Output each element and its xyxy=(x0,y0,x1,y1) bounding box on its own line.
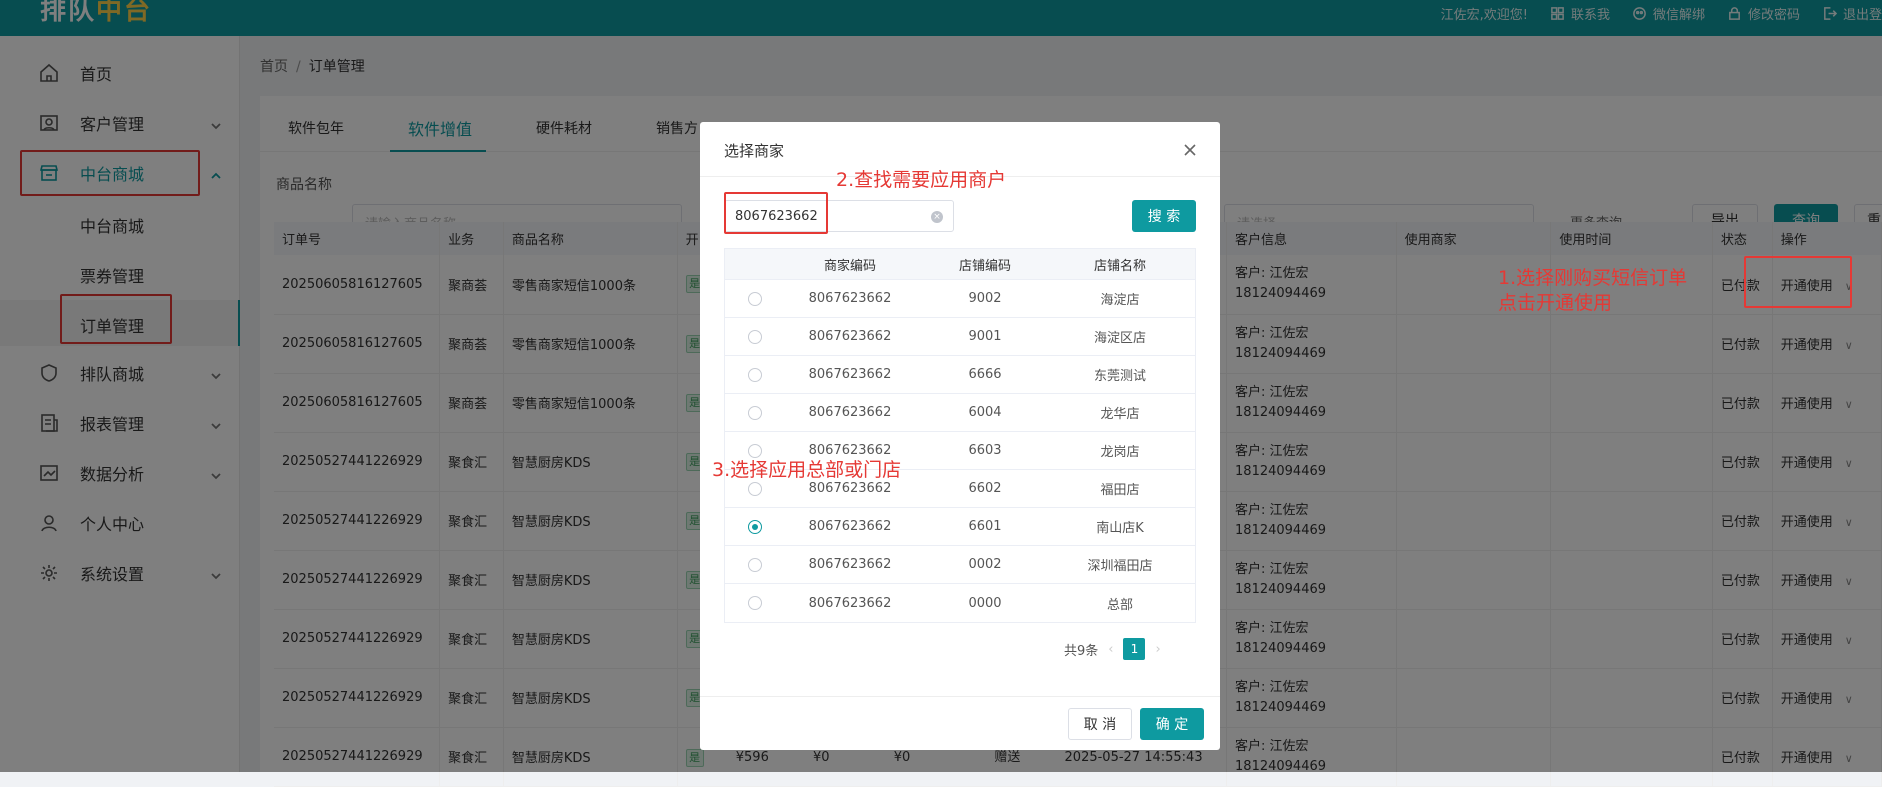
clear-icon[interactable]: × xyxy=(931,211,943,223)
store-name: 龙华店 xyxy=(1100,407,1140,422)
select-merchant-dialog: 选择商家 8067623662 × 搜 索 商家编码 店铺编码 店铺名称 8067… xyxy=(700,122,1220,750)
merchant-row[interactable]: 8067623662 9001 海淀区店 xyxy=(725,318,1195,356)
merchant-table: 商家编码 店铺编码 店铺名称 8067623662 9002 海淀店 80676236… xyxy=(724,248,1196,623)
annotation-step1-line1: 1.选择刚购买短信订单 xyxy=(1498,267,1688,289)
radio-button[interactable] xyxy=(748,367,762,382)
radio-cell[interactable] xyxy=(725,557,785,572)
store-name: 海淀店 xyxy=(1100,293,1140,308)
pagination: 共9条 ‹ 1 › xyxy=(1064,638,1161,660)
store-name: 龙岗店 xyxy=(1100,445,1140,460)
radio-button[interactable] xyxy=(748,481,762,496)
store-code: 0000 xyxy=(968,595,1002,611)
store-code: 6666 xyxy=(968,367,1002,382)
merchant-row[interactable]: 8067623662 6601 南山店K xyxy=(725,508,1195,546)
store-code: 9001 xyxy=(968,329,1002,344)
store-name: 深圳福田店 xyxy=(1087,559,1153,574)
prev-page-icon[interactable]: ‹ xyxy=(1108,642,1113,657)
col-store-name: 店铺名称 xyxy=(1093,258,1146,274)
radio-button[interactable] xyxy=(748,596,762,610)
annotation-step1: 1.选择刚购买短信订单 点击开通使用 xyxy=(1498,266,1687,316)
radio-cell[interactable] xyxy=(725,481,785,496)
annotation-step3: 3.选择应用总部或门店 xyxy=(712,459,902,481)
next-page-icon[interactable]: › xyxy=(1155,642,1160,657)
store-name: 海淀区店 xyxy=(1093,331,1146,346)
store-code: 6601 xyxy=(968,519,1002,534)
col-store-code: 店铺编码 xyxy=(958,258,1011,274)
merchant-row[interactable]: 8067623662 0002 深圳福田店 xyxy=(725,546,1195,584)
col-merchant-code: 商家编码 xyxy=(823,258,876,274)
store-code: 6603 xyxy=(968,443,1002,458)
radio-cell[interactable] xyxy=(725,443,785,458)
annotation-box-search xyxy=(724,192,828,234)
radio-button[interactable] xyxy=(748,291,762,306)
total-count: 共9条 xyxy=(1064,643,1099,659)
radio-cell[interactable] xyxy=(725,519,785,534)
store-name: 总部 xyxy=(1106,597,1133,613)
radio-button[interactable] xyxy=(748,443,762,458)
merchant-table-header: 商家编码 店铺编码 店铺名称 xyxy=(725,249,1195,280)
cancel-button[interactable]: 取 消 xyxy=(1068,708,1132,740)
store-code: 6602 xyxy=(968,481,1002,496)
page-1-button[interactable]: 1 xyxy=(1123,638,1146,660)
merchant-code: 8067623662 xyxy=(808,481,892,496)
radio-cell[interactable] xyxy=(725,405,785,420)
store-code: 9002 xyxy=(968,291,1002,306)
annotation-box-open-use xyxy=(1744,256,1852,308)
store-code: 0002 xyxy=(968,557,1002,572)
store-name: 东莞测试 xyxy=(1093,369,1146,384)
merchant-code: 8067623662 xyxy=(808,557,892,572)
store-name: 福田店 xyxy=(1100,483,1140,498)
radio-cell[interactable] xyxy=(725,596,785,610)
store-code: 6004 xyxy=(968,405,1002,420)
merchant-row[interactable]: 8067623662 6666 东莞测试 xyxy=(725,356,1195,394)
merchant-code: 8067623662 xyxy=(808,329,892,344)
merchant-code: 8067623662 xyxy=(808,291,892,306)
merchant-row[interactable]: 8067623662 0000 总部 xyxy=(725,584,1195,622)
merchant-row[interactable]: 8067623662 9002 海淀店 xyxy=(725,280,1195,318)
annotation-step1-line2: 点击开通使用 xyxy=(1498,292,1613,314)
radio-button[interactable] xyxy=(748,329,762,344)
annotation-step2: 2.查找需要应用商户 xyxy=(836,169,1007,191)
store-name: 南山店K xyxy=(1096,521,1144,536)
merchant-code: 8067623662 xyxy=(808,443,892,458)
confirm-button[interactable]: 确 定 xyxy=(1140,708,1204,740)
radio-button[interactable] xyxy=(748,405,762,420)
merchant-code: 8067623662 xyxy=(808,367,892,382)
search-button[interactable]: 搜 索 xyxy=(1132,200,1196,232)
radio-cell[interactable] xyxy=(725,291,785,306)
merchant-table-body: 8067623662 9002 海淀店 8067623662 9001 海淀区店 80676… xyxy=(725,280,1195,622)
radio-cell[interactable] xyxy=(725,367,785,382)
radio-cell[interactable] xyxy=(725,329,785,344)
dialog-title: 选择商家 xyxy=(724,142,785,160)
radio-button[interactable] xyxy=(748,557,762,572)
merchant-code: 8067623662 xyxy=(808,595,892,611)
merchant-code: 8067623662 xyxy=(808,519,892,534)
merchant-row[interactable]: 8067623662 6004 龙华店 xyxy=(725,394,1195,432)
radio-button[interactable] xyxy=(748,519,762,534)
merchant-code: 8067623662 xyxy=(808,405,892,420)
close-icon[interactable] xyxy=(1182,142,1198,158)
dialog-footer-divider xyxy=(700,696,1220,697)
